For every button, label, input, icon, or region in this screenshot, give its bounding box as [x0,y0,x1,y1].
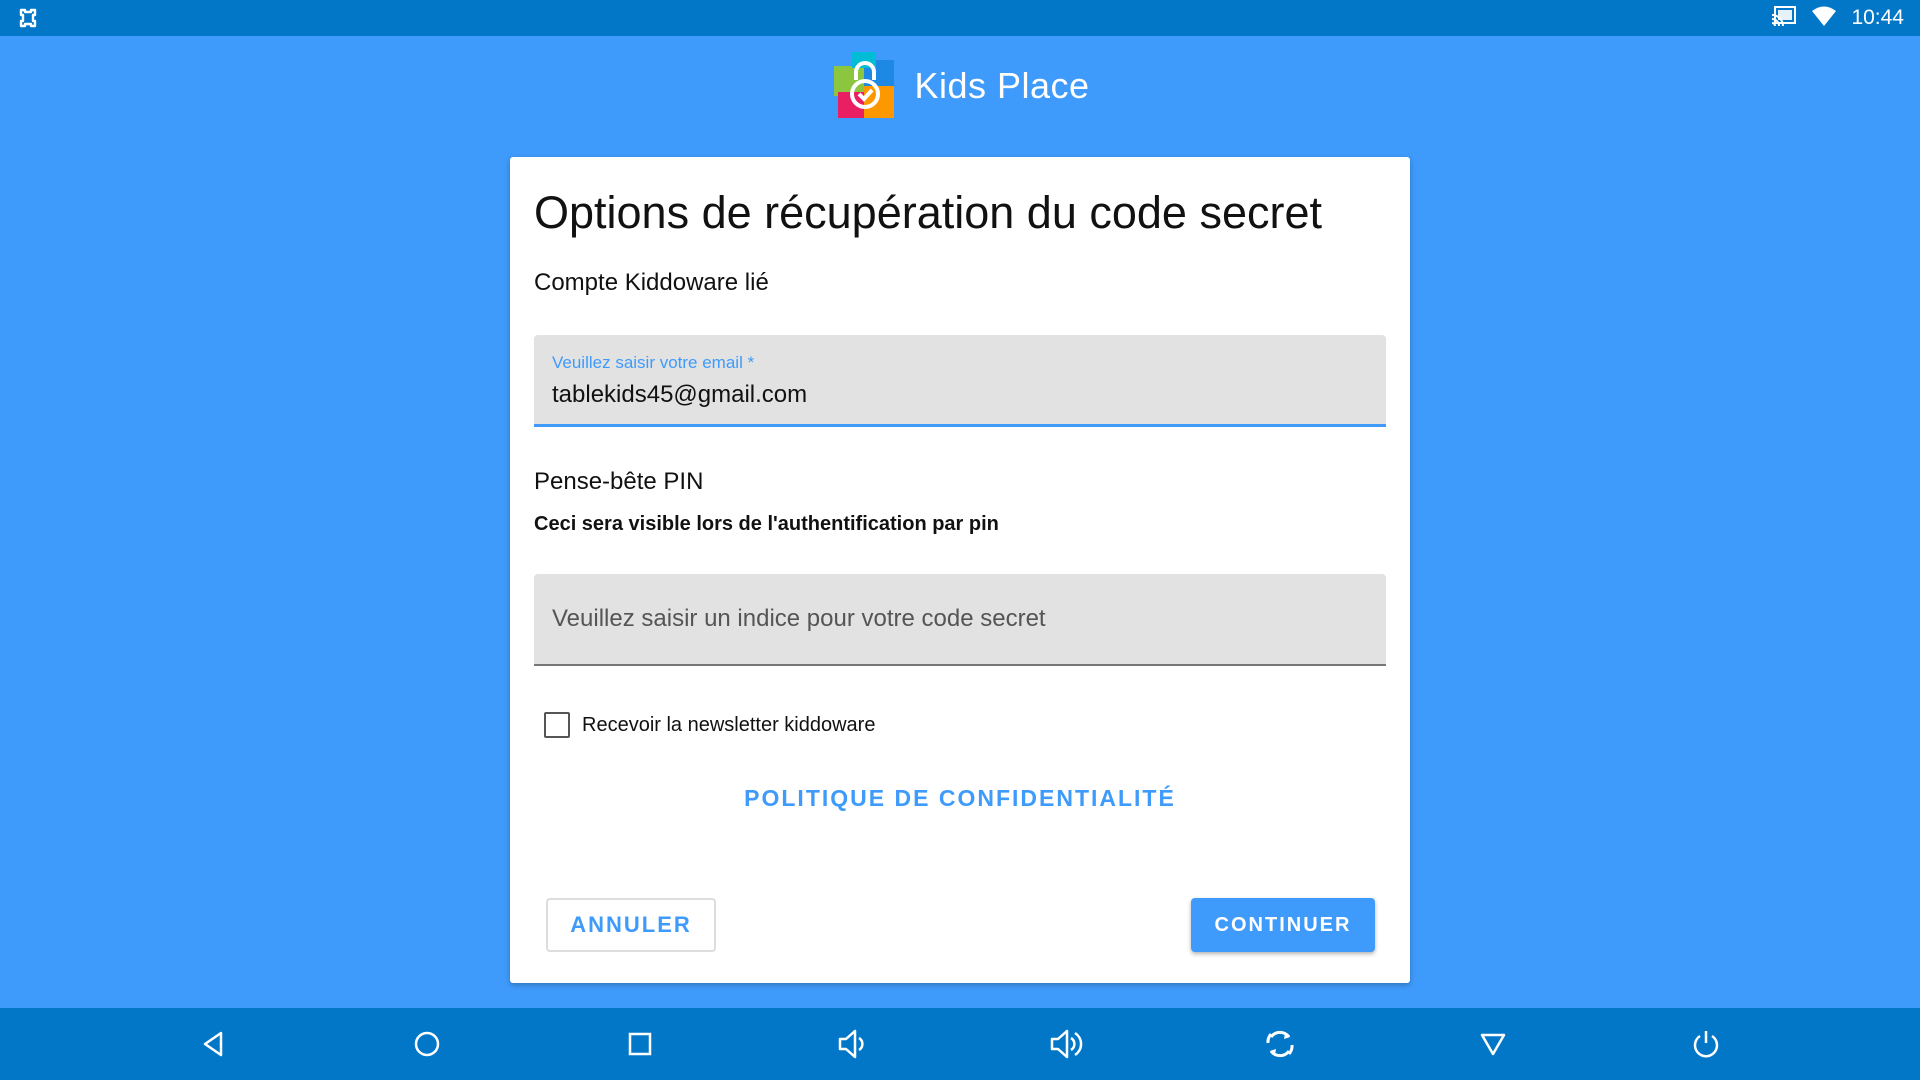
home-icon[interactable] [407,1024,447,1064]
rotate-icon[interactable] [1260,1024,1300,1064]
status-bar: 10:44 [0,0,1920,36]
email-field-label: Veuillez saisir votre email * [552,353,755,372]
recents-icon[interactable] [620,1024,660,1064]
volume-up-icon[interactable] [1047,1024,1087,1064]
hide-nav-icon[interactable] [1473,1024,1513,1064]
pin-hint-field[interactable]: Veuillez saisir un indice pour votre cod… [534,574,1386,666]
clock: 10:44 [1851,6,1904,29]
linked-account-label: Compte Kiddoware lié [534,269,769,296]
app-title: Kids Place [914,65,1090,106]
newsletter-checkbox[interactable]: Recevoir la newsletter kiddoware [544,712,875,738]
back-icon[interactable] [194,1024,234,1064]
kids-place-notification-icon [16,6,40,30]
pin-recovery-dialog: Options de récupération du code secret C… [510,157,1410,983]
volume-down-icon[interactable] [833,1024,873,1064]
wifi-icon [1811,5,1837,32]
pin-hint-placeholder[interactable]: Veuillez saisir un indice pour votre cod… [552,605,1046,633]
pin-reminder-label: Pense-bête PIN [534,468,704,495]
cancel-button[interactable]: ANNULER [546,898,716,952]
email-field-value[interactable]: tablekids45@gmail.com [552,381,807,409]
kids-place-logo-icon [830,50,900,122]
continue-button[interactable]: CONTINUER [1191,898,1375,952]
navigation-bar [0,1008,1920,1080]
newsletter-checkbox-box[interactable] [544,712,570,738]
dialog-title: Options de récupération du code secret [534,187,1322,238]
status-indicators: 10:44 [1771,0,1904,36]
newsletter-checkbox-label[interactable]: Recevoir la newsletter kiddoware [582,714,875,737]
pin-reminder-hint: Ceci sera visible lors de l'authentifica… [534,513,999,535]
email-field[interactable]: Veuillez saisir votre email * tablekids4… [534,335,1386,427]
privacy-policy-link[interactable]: POLITIQUE DE CONFIDENTIALITÉ [510,785,1410,812]
app-header: Kids Place [0,36,1920,136]
cast-icon [1771,5,1797,32]
power-icon[interactable] [1686,1024,1726,1064]
